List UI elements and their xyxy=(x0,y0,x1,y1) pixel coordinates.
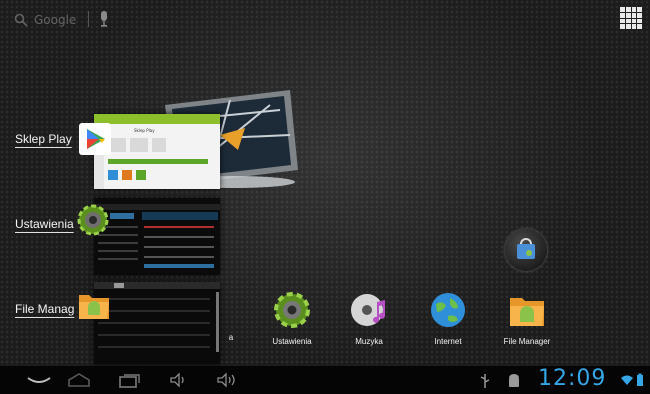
thumbnail-row xyxy=(98,250,138,252)
android-home-screen: Google Sklep Play Ustawienia File Manag … xyxy=(0,0,650,394)
dock-app-label: Ustawienia xyxy=(272,337,312,346)
recent-app-label[interactable]: Ustawienia xyxy=(15,217,74,231)
thumbnail-row xyxy=(144,236,214,238)
android-debug-icon xyxy=(509,374,519,387)
all-apps-icon[interactable] xyxy=(620,7,642,29)
thumbnail-header xyxy=(142,212,218,220)
thumbnail-row xyxy=(144,226,214,228)
shopping-bag-icon xyxy=(517,238,535,259)
globe-icon xyxy=(431,293,465,327)
thumbnail-row xyxy=(144,256,214,258)
thumbnail-heading: Sklep Play xyxy=(134,128,155,133)
thumbnail-row xyxy=(98,242,138,244)
thumbnail-row xyxy=(98,322,210,324)
thumbnail-progress xyxy=(144,264,214,268)
dock-app-label: a xyxy=(228,333,234,342)
play-store-icon xyxy=(79,123,111,155)
home-icon[interactable] xyxy=(67,372,91,388)
thumbnail-app-tile xyxy=(108,170,118,180)
dock-app-label: Internet xyxy=(434,337,462,346)
thumbnail-row xyxy=(98,310,210,312)
dock-app-internet[interactable]: Internet xyxy=(413,290,483,346)
wifi-icon xyxy=(621,375,633,385)
phone-screenshot-image xyxy=(152,138,166,152)
settings-gear-icon xyxy=(77,204,109,236)
status-clock[interactable]: 12:09 xyxy=(538,366,606,391)
volume-down-icon[interactable] xyxy=(169,372,189,388)
search-divider xyxy=(88,11,89,27)
recent-app-thumbnail-settings[interactable] xyxy=(94,198,220,275)
thumbnail-row xyxy=(98,334,210,336)
dock-app-partial[interactable]: a xyxy=(196,290,266,342)
thumbnail-title-bar xyxy=(94,204,220,210)
mic-icon[interactable] xyxy=(98,10,110,28)
recent-apps-icon[interactable] xyxy=(118,372,142,388)
dock-app-settings[interactable]: Ustawienia xyxy=(257,290,327,346)
thumbnail-row xyxy=(98,346,210,348)
battery-icon xyxy=(637,373,643,386)
thumbnail-row xyxy=(98,298,210,300)
recent-app-label[interactable]: Sklep Play xyxy=(15,132,72,146)
back-icon[interactable] xyxy=(26,372,52,388)
settings-gear-icon xyxy=(274,292,310,328)
thumbnail-app-tile xyxy=(122,170,132,180)
volume-up-icon[interactable] xyxy=(216,372,240,388)
market-shortcut-icon[interactable] xyxy=(505,229,547,271)
dock-app-label: File Manager xyxy=(503,337,551,346)
thumbnail-tab xyxy=(114,283,124,288)
thumbnail-selected-item xyxy=(110,213,134,219)
dock-app-label: Muzyka xyxy=(355,337,383,346)
phone-screenshot-image xyxy=(130,138,148,152)
music-disc-icon xyxy=(351,294,385,326)
file-manager-icon xyxy=(79,295,109,319)
dock-app-file-manager[interactable]: File Manager xyxy=(492,290,562,346)
search-icon xyxy=(14,13,28,27)
file-manager-icon xyxy=(510,298,544,326)
thumbnail-toolbar xyxy=(94,282,220,289)
search-label: Google xyxy=(34,13,77,27)
dock-app-music[interactable]: Muzyka xyxy=(334,290,404,346)
thumbnail-bar xyxy=(108,159,208,164)
recent-app-label[interactable]: File Manag xyxy=(15,302,74,316)
thumbnail-row xyxy=(144,246,214,248)
usb-icon xyxy=(480,374,490,388)
thumbnail-app-tile xyxy=(136,170,146,180)
thumbnail-row xyxy=(98,258,138,260)
